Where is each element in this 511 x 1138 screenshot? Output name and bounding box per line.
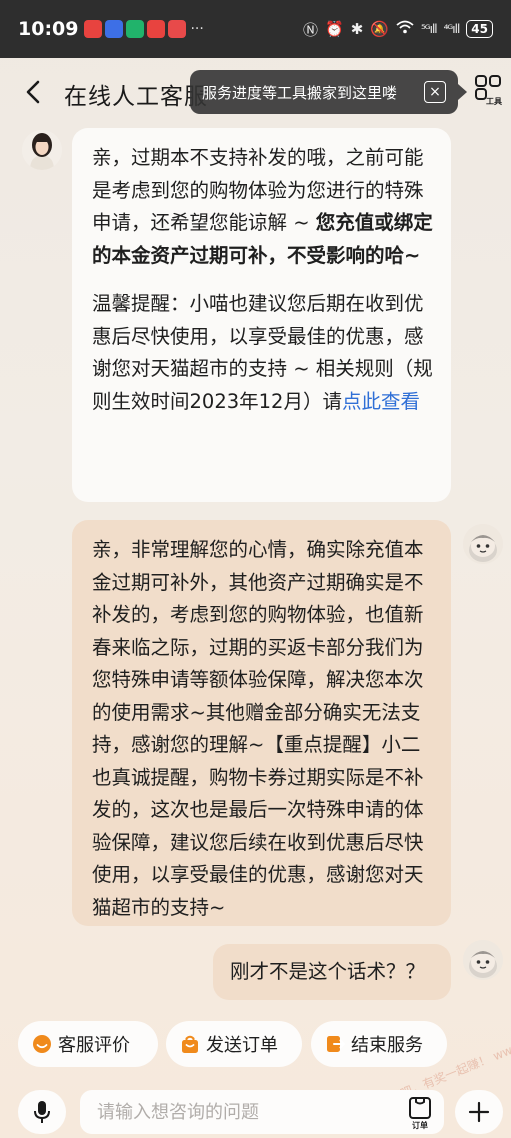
tooltip-text: 服务进度等工具搬家到这里喽: [202, 83, 398, 102]
smile-icon: [33, 1035, 51, 1053]
end-service-label: 结束服务: [351, 1035, 423, 1056]
wifi-icon: [396, 20, 414, 38]
page-title: 在线人工客服: [64, 84, 208, 110]
rate-service-label: 客服评价: [58, 1035, 130, 1056]
back-arrow-icon[interactable]: [20, 75, 48, 109]
status-bar: 10:09 ··· Ⓝ ⏰ ✱ 🔕 ⁵ᴳıll ⁴ᴳıll 45: [0, 0, 511, 58]
tools-button[interactable]: 工具: [472, 74, 506, 114]
agent-message-para2: 温馨提醒：小喵也建议您后期在收到优惠后尽快使用，以享受最佳的优惠，感谢您对天猫超…: [92, 288, 433, 418]
battery-indicator: 45: [466, 20, 493, 38]
order-label: 订单: [412, 1121, 428, 1130]
user-avatar[interactable]: [463, 940, 503, 980]
bluetooth-icon: ✱: [350, 20, 364, 38]
nfc-icon: Ⓝ: [302, 20, 318, 39]
voice-input-button[interactable]: [18, 1090, 66, 1134]
send-order-label: 发送订单: [206, 1035, 278, 1056]
more-actions-button[interactable]: [455, 1090, 503, 1134]
tools-tooltip: 服务进度等工具搬家到这里喽 ×: [190, 70, 467, 114]
app-notification-icon: [126, 20, 145, 38]
user-message: 亲，非常理解您的心情，确实除充值本金过期可补外，其他资产过期确实是不补发的，考虑…: [72, 520, 451, 926]
plus-icon: [468, 1101, 490, 1123]
app-notification-icon: [168, 20, 187, 38]
chat-header: 在线人工客服 服务进度等工具搬家到这里喽 × 工具: [0, 60, 511, 126]
signal-icon: ⁵ᴳıll: [420, 22, 438, 36]
rate-service-button[interactable]: 客服评价: [18, 1021, 158, 1067]
app-notification-icon: [147, 20, 166, 38]
microphone-icon: [34, 1101, 50, 1123]
signal-icon: ⁴ᴳıll: [443, 22, 461, 36]
rules-link[interactable]: 点此查看: [342, 390, 420, 413]
agent-message-para1: 亲，过期本不支持补发的哦，之前可能是考虑到您的购物体验为您进行的特殊申请，还希望…: [92, 142, 433, 272]
close-icon[interactable]: ×: [424, 81, 446, 103]
exit-icon: [327, 1036, 345, 1052]
tools-label: 工具: [486, 97, 502, 106]
end-service-button[interactable]: 结束服务: [311, 1021, 447, 1067]
more-notifications-icon: ···: [190, 21, 204, 37]
order-button[interactable]: 订单: [406, 1096, 434, 1130]
agent-message: 亲，过期本不支持补发的哦，之前可能是考虑到您的购物体验为您进行的特殊申请，还希望…: [72, 128, 451, 502]
bag-icon: [182, 1035, 198, 1053]
app-notification-icon: [84, 20, 103, 38]
send-order-button[interactable]: 发送订单: [166, 1021, 302, 1067]
message-input[interactable]: [80, 1090, 444, 1134]
order-icon: [409, 1097, 431, 1119]
app-notification-icon: [105, 20, 124, 38]
user-avatar[interactable]: [463, 524, 503, 564]
status-time: 10:09: [18, 18, 79, 40]
mute-icon: 🔕: [370, 20, 389, 38]
alarm-icon: ⏰: [325, 20, 344, 38]
notification-icons: [84, 20, 187, 38]
agent-avatar[interactable]: [22, 130, 62, 170]
user-message: 刚才不是这个话术？？: [213, 944, 451, 1000]
